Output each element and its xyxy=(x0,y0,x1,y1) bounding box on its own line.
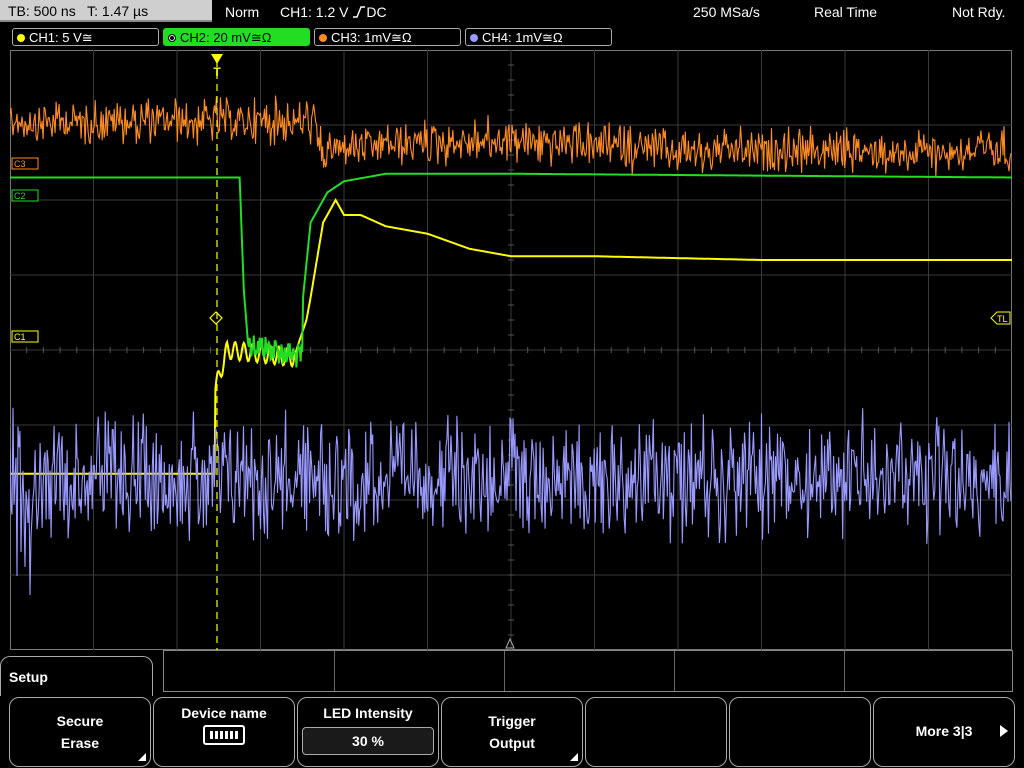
trigger-output-button[interactable]: Trigger Output xyxy=(441,697,583,767)
menu-title: Setup xyxy=(9,669,48,685)
trigger-position-marker[interactable] xyxy=(211,54,223,64)
softkey-empty-6[interactable] xyxy=(729,697,871,767)
info-panel xyxy=(163,650,1013,692)
trigger-time-value: T: 1.47 µs xyxy=(87,3,149,19)
ch3-suffix: ≅Ω xyxy=(390,30,412,45)
device-name-label: Device name xyxy=(181,705,267,721)
led-intensity-label: LED Intensity xyxy=(323,705,413,721)
ch4-label: CH4: 1mV xyxy=(482,30,542,45)
secure-erase-button[interactable]: Secure Erase xyxy=(9,697,151,767)
rising-edge-icon xyxy=(353,6,366,18)
trigger-output-label-2: Output xyxy=(489,735,535,751)
more-label: More 3|3 xyxy=(915,723,973,739)
panel-divider xyxy=(334,651,335,691)
softkey-empty-5[interactable] xyxy=(585,697,727,767)
trigger-output-label-1: Trigger xyxy=(488,713,536,729)
led-intensity-button[interactable]: LED Intensity 30 % xyxy=(297,697,439,767)
acquisition-mode: Real Time xyxy=(814,4,878,20)
channel-tab-ch4[interactable]: CH4: 1mV≅Ω xyxy=(465,28,612,46)
ch3-ground-marker[interactable]: C3 xyxy=(11,157,39,170)
timebase-readout[interactable]: TB: 500 ns T: 1.47 µs xyxy=(0,0,212,22)
trigger-level-label: TL xyxy=(997,314,1008,324)
ch3-dot-icon xyxy=(319,34,327,42)
timebase-value: TB: 500 ns xyxy=(8,3,76,19)
trigger-coupling: DC xyxy=(366,4,387,20)
ch1-ground-marker[interactable]: C1 xyxy=(11,330,39,343)
ch4-suffix: ≅Ω xyxy=(541,30,563,45)
keyboard-icon xyxy=(203,725,245,745)
ch2-ground-marker[interactable]: C2 xyxy=(11,189,39,202)
secure-erase-label-2: Erase xyxy=(60,735,100,751)
ch2-label: CH2: 20 mV xyxy=(180,30,251,45)
sample-rate: 250 MSa/s xyxy=(693,4,760,20)
channel-tab-ch3[interactable]: CH3: 1mV≅Ω xyxy=(314,28,461,46)
led-intensity-value[interactable]: 30 % xyxy=(302,727,434,755)
ch2-marker-label: C2 xyxy=(14,191,26,201)
submenu-corner-icon xyxy=(570,753,578,761)
ready-state: Not Rdy. xyxy=(952,4,1006,20)
secure-erase-label-1: Secure xyxy=(56,713,104,729)
ch1-dot-icon xyxy=(17,34,25,42)
ch2-suffix: ≅Ω xyxy=(250,30,272,45)
ch3-label: CH3: 1mV xyxy=(331,30,391,45)
device-name-button[interactable]: Device name xyxy=(153,697,295,767)
center-marker xyxy=(505,637,515,649)
channel-tab-ch1[interactable]: CH1: 5 V≅ xyxy=(12,28,159,46)
panel-divider xyxy=(674,651,675,691)
trigger-source: CH1: 1.2 V xyxy=(280,4,349,20)
trigger-mode[interactable]: Norm xyxy=(225,0,259,24)
trigger-source-readout[interactable]: CH1: 1.2 V DC xyxy=(280,0,387,24)
waveform-display[interactable]: T C3 C2 C1 TL xyxy=(10,50,1012,650)
ch1-label: CH1: 5 V xyxy=(29,30,82,45)
arrow-right-icon xyxy=(1000,725,1008,737)
channel-tab-ch2[interactable]: CH2: 20 mV≅Ω xyxy=(163,28,310,46)
trigger-point-marker xyxy=(209,311,223,325)
ch1-marker-label: C1 xyxy=(14,332,26,342)
panel-divider xyxy=(504,651,505,691)
trigger-level-marker[interactable]: TL xyxy=(990,311,1011,325)
trigger-position-label: T xyxy=(213,65,221,79)
ch4-dot-icon xyxy=(470,34,478,42)
more-button[interactable]: More 3|3 xyxy=(873,697,1015,767)
ch1-suffix: ≅ xyxy=(81,30,93,45)
submenu-corner-icon xyxy=(138,753,146,761)
menu-title-tab[interactable]: Setup xyxy=(0,656,153,696)
ch3-marker-label: C3 xyxy=(14,159,26,169)
panel-divider xyxy=(844,651,845,691)
ch2-dot-icon xyxy=(168,34,176,42)
